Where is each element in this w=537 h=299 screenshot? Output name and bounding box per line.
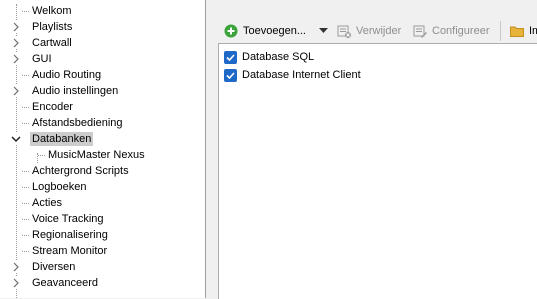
tree-item[interactable]: Audio instellingen — [0, 83, 205, 99]
configure-icon — [413, 25, 427, 38]
import-button-label: Im — [529, 25, 537, 37]
toolbar-separator — [500, 21, 501, 41]
checkbox[interactable] — [224, 50, 237, 64]
tree-item[interactable]: Playlists — [0, 19, 205, 35]
tree-item-label: GUI — [32, 53, 52, 65]
tree-connector — [22, 187, 29, 188]
tree-item-label: Cartwall — [32, 37, 72, 49]
tree-item-label: Audio instellingen — [32, 85, 119, 97]
tree-connector — [38, 155, 45, 156]
toolbar: Toevoegen... Verwijder Configureer Im — [218, 13, 537, 47]
chevron-right-icon[interactable] — [10, 261, 22, 273]
list-item[interactable]: Database Internet Client — [224, 67, 361, 83]
tree-item-label: Audio Routing — [32, 69, 102, 81]
tree-item-label: Playlists — [32, 21, 73, 33]
remove-button-label: Verwijder — [356, 25, 402, 37]
database-list[interactable]: Database SQL Database Internet Client — [218, 43, 537, 299]
tree-item[interactable]: GUI — [0, 51, 205, 67]
tree-connector — [22, 235, 29, 236]
tree-item-label: MusicMaster Nexus — [48, 149, 145, 161]
check-icon — [226, 71, 235, 79]
tree-item[interactable]: Databanken — [0, 131, 205, 147]
tree-connector — [22, 171, 29, 172]
tree-connector — [22, 11, 29, 12]
tree-item-label: Achtergrond Scripts — [32, 165, 129, 177]
chevron-right-icon[interactable] — [10, 53, 22, 65]
tree-item[interactable]: Cartwall — [0, 35, 205, 51]
chevron-right-icon[interactable] — [10, 21, 22, 33]
tree-connector — [22, 203, 29, 204]
tree-item-label: Regionalisering — [32, 229, 108, 241]
chevron-right-icon[interactable] — [10, 85, 22, 97]
tree-item[interactable]: Encoder — [0, 99, 205, 115]
tree-connector — [22, 123, 29, 124]
checkbox[interactable] — [224, 68, 237, 82]
tree-item-label: Geavanceerd — [32, 277, 99, 289]
tree-item-label: Logboeken — [32, 181, 87, 193]
list-item-label: Database Internet Client — [242, 69, 361, 81]
remove-icon — [337, 25, 351, 38]
tree-item-label: Welkom — [32, 5, 72, 17]
configure-button[interactable]: Configureer — [413, 21, 489, 41]
configure-button-label: Configureer — [432, 25, 490, 37]
tree-connector — [22, 107, 29, 108]
tree-item[interactable]: Voice Tracking — [0, 211, 205, 227]
tree-item[interactable]: Stream Monitor — [0, 243, 205, 259]
tree-item-label: Diversen — [32, 261, 76, 273]
check-icon — [226, 53, 235, 61]
chevron-right-icon[interactable] — [10, 277, 22, 289]
tree-item[interactable]: Audio Routing — [0, 67, 205, 83]
list-item[interactable]: Database SQL — [224, 49, 314, 65]
tree-item[interactable]: Welkom — [0, 3, 205, 19]
tree-connector — [22, 251, 29, 252]
add-dropdown-button[interactable] — [319, 21, 328, 41]
tree-connector — [22, 219, 29, 220]
list-item-label: Database SQL — [242, 51, 315, 63]
chevron-down-icon — [319, 28, 328, 33]
tree-item[interactable]: Acties — [0, 195, 205, 211]
tree-item[interactable]: MusicMaster Nexus — [0, 147, 205, 163]
folder-icon — [510, 26, 524, 37]
tree-item[interactable]: Achtergrond Scripts — [0, 163, 205, 179]
tree-item-label: Voice Tracking — [32, 213, 104, 225]
add-button[interactable]: Toevoegen... — [224, 21, 306, 41]
tree-item-label: Databanken — [30, 132, 94, 146]
chevron-down-icon[interactable] — [10, 133, 22, 145]
tree-item[interactable]: Diversen — [0, 259, 205, 275]
settings-tree[interactable]: Welkom Playlists Cartwall GUI Audio Routing A… — [0, 0, 206, 298]
add-icon — [224, 24, 238, 38]
tree-item-label: Acties — [32, 197, 62, 209]
tree-item[interactable]: Regionalisering — [0, 227, 205, 243]
tree-item[interactable]: Logboeken — [0, 179, 205, 195]
tree-item-label: Encoder — [32, 101, 73, 113]
tree-item[interactable]: Geavanceerd — [0, 275, 205, 291]
tree-item[interactable]: Afstandsbediening — [0, 115, 205, 131]
chevron-right-icon[interactable] — [10, 37, 22, 49]
remove-button[interactable]: Verwijder — [337, 21, 401, 41]
tree-connector — [22, 75, 29, 76]
tree-item-label: Stream Monitor — [32, 245, 108, 257]
import-button[interactable]: Im — [510, 21, 537, 41]
add-button-label: Toevoegen... — [243, 25, 306, 37]
tree-item-label: Afstandsbediening — [32, 117, 123, 129]
